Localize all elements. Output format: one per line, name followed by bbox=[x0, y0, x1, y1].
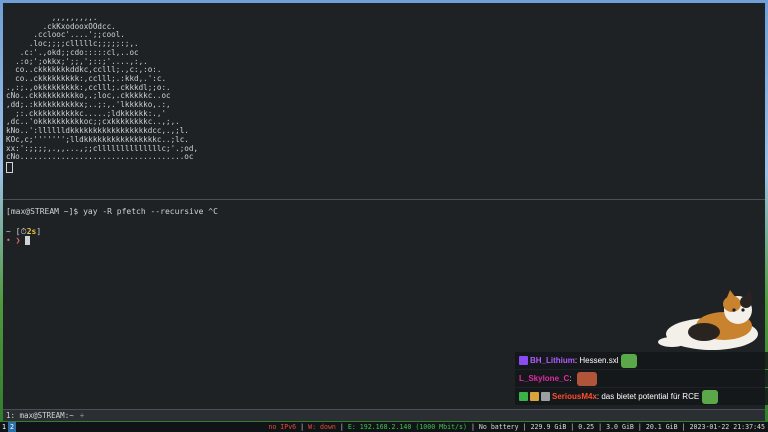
cat-webcam-overlay bbox=[658, 290, 758, 350]
workspace-button-1[interactable]: 1 bbox=[0, 422, 8, 432]
chat-username: L_Skylone_C bbox=[519, 374, 570, 383]
ipv6-status: no IPv6 bbox=[268, 423, 297, 431]
command-history-line: [max@STREAM ~]$ yay -R pfetch --recursiv… bbox=[6, 207, 218, 216]
chat-message: BH_Lithium: Hessen.sxl bbox=[515, 352, 768, 369]
workspace-button-2[interactable]: 2 bbox=[8, 422, 16, 432]
clock: 2023-01-22 21:37:45 bbox=[689, 423, 765, 431]
prompt-input-line[interactable]: • ❯ bbox=[6, 236, 31, 245]
wifi-value: down bbox=[320, 423, 336, 431]
subscriber-badge-icon bbox=[519, 356, 528, 366]
pepe-emote-icon bbox=[621, 353, 638, 368]
battery-status: No battery bbox=[478, 423, 519, 431]
disk2-status: 20.1 GiB bbox=[645, 423, 678, 431]
memory-status: 3.0 GiB bbox=[606, 423, 634, 431]
system-status: no IPv6 | W: down | E: 192.168.2.140 (10… bbox=[268, 423, 765, 431]
load-status: 0.25 bbox=[578, 423, 595, 431]
stream-chat-overlay: BH_Lithium: Hessen.sxl L_Skylone_C: Seri… bbox=[515, 352, 768, 406]
chat-username: SeriousM4x bbox=[552, 392, 597, 401]
speaker-badge-icon bbox=[541, 392, 550, 402]
wifi-status: W: down bbox=[308, 423, 336, 431]
moderator-badge-icon bbox=[519, 392, 528, 402]
ascii-logo: ,,,,,,,,,. .ckKxodooxOOdcc. .cclooc'....… bbox=[6, 13, 198, 173]
text-cursor bbox=[25, 236, 31, 245]
disk-status: 229.9 GiB bbox=[530, 423, 567, 431]
chat-message: L_Skylone_C: bbox=[515, 370, 768, 387]
new-window-button[interactable]: + bbox=[80, 411, 85, 420]
command-duration: 2s bbox=[26, 227, 37, 236]
chat-username: BH_Lithium bbox=[530, 356, 575, 365]
prompt-arrow-icon: • ❯ bbox=[6, 236, 21, 245]
chat-text: Hessen.sxl bbox=[579, 356, 619, 365]
tmux-window-tab[interactable]: 1: max@STREAM:~ bbox=[6, 411, 74, 420]
pane-cursor bbox=[6, 161, 13, 173]
ethernet-status: E: 192.168.2.140 (1000 Mbit/s) bbox=[347, 423, 467, 431]
chat-message: SeriousM4x: das bietet potential für RCE bbox=[515, 388, 768, 405]
tmux-status-bar: 1: max@STREAM:~ + bbox=[3, 409, 765, 421]
prompt-prefix: ~ [ bbox=[6, 227, 21, 236]
chat-text: das bietet potential für RCE bbox=[601, 392, 700, 401]
prompt-suffix: ] bbox=[36, 227, 42, 236]
face-emote-icon bbox=[576, 371, 597, 386]
i3-status-bar: 12 no IPv6 | W: down | E: 192.168.2.140 … bbox=[0, 422, 768, 432]
pepe-emote-icon bbox=[702, 389, 719, 404]
gift-badge-icon bbox=[530, 392, 539, 402]
terminal-pane-top[interactable]: ,,,,,,,,,. .ckKxodooxOOdcc. .cclooc'....… bbox=[3, 3, 765, 200]
